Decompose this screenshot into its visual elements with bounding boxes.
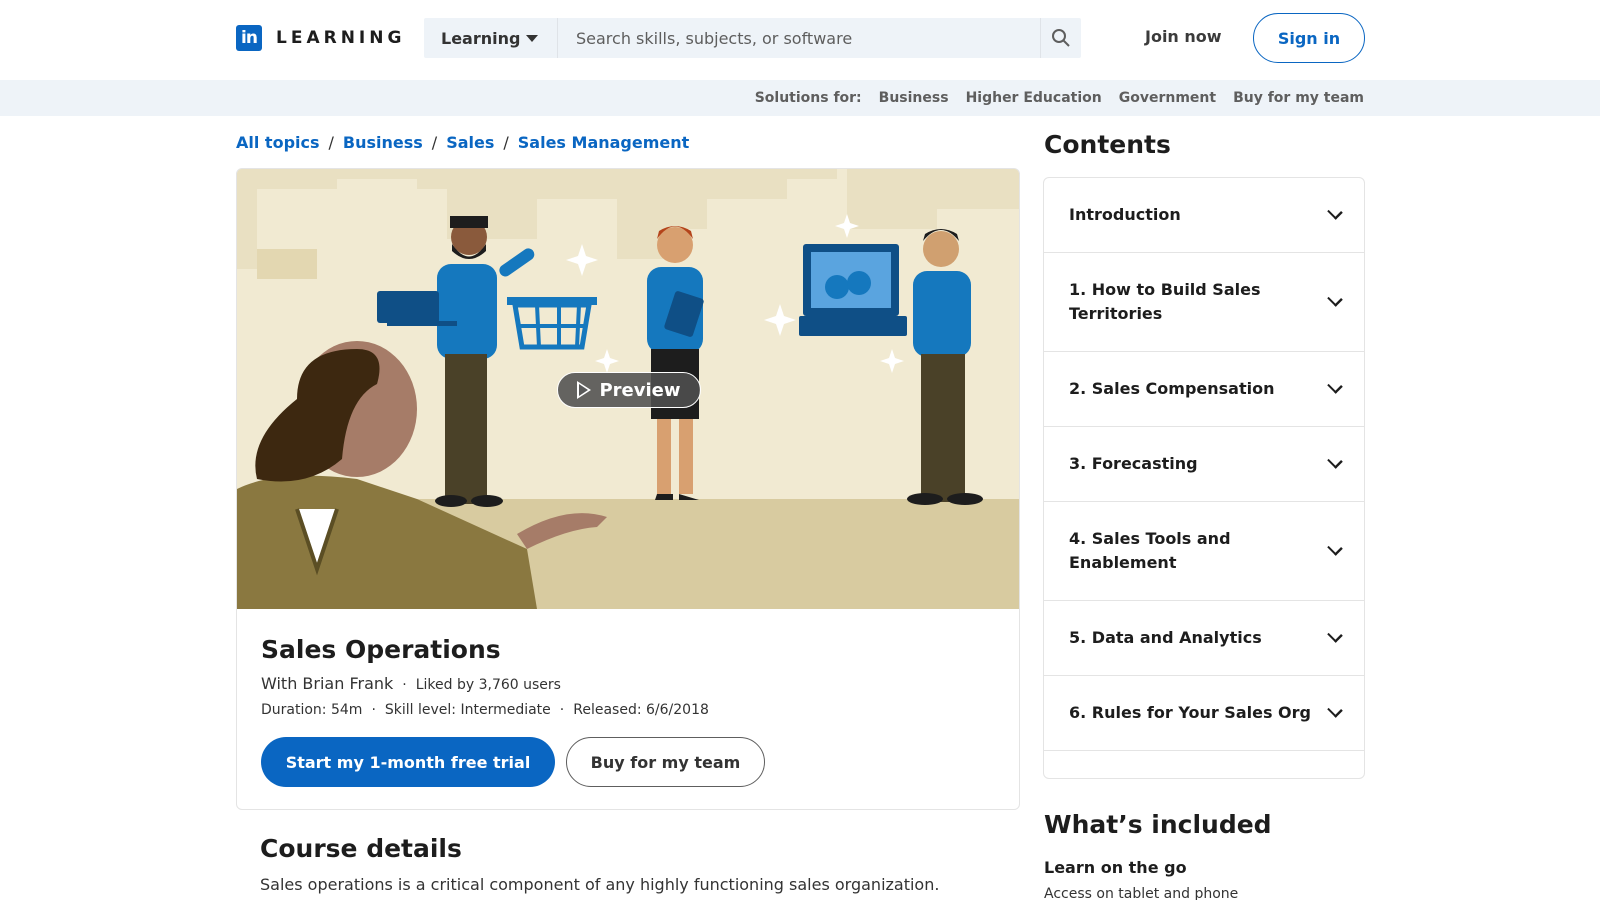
toc-item-label: Introduction <box>1069 205 1181 224</box>
breadcrumb-all-topics[interactable]: All topics <box>236 133 320 152</box>
search-bar: Learning <box>424 18 1081 58</box>
course-title: Sales Operations <box>261 635 501 664</box>
course-duration: Duration: 54m <box>261 702 363 718</box>
join-now-link[interactable]: Join now <box>1145 27 1222 46</box>
likes-count: Liked by 3,760 users <box>415 677 561 693</box>
chevron-down-icon <box>1327 540 1343 556</box>
breadcrumb-sales-management[interactable]: Sales Management <box>518 133 690 152</box>
play-icon <box>577 381 592 399</box>
toc-item-rules-sales-org[interactable]: 6. Rules for Your Sales Org <box>1044 676 1364 751</box>
toc-item-sales-compensation[interactable]: 2. Sales Compensation <box>1044 352 1364 427</box>
start-free-trial-button[interactable]: Start my 1-month free trial <box>261 737 555 787</box>
solutions-business-link[interactable]: Business <box>879 90 949 106</box>
toc-item-sales-territories[interactable]: 1. How to Build Sales Territories <box>1044 253 1364 352</box>
toc-item-label: 4. Sales Tools and Enablement <box>1069 529 1231 572</box>
linkedin-learning-logo[interactable]: in LEARNING <box>236 25 405 51</box>
whats-included-heading: What’s included <box>1044 810 1272 839</box>
solutions-label: Solutions for: <box>754 90 862 106</box>
toc-item-introduction[interactable]: Introduction <box>1044 178 1364 253</box>
search-category-dropdown[interactable]: Learning <box>424 18 558 58</box>
course-thumbnail[interactable]: Preview <box>237 169 1019 609</box>
caret-down-icon <box>526 34 539 42</box>
course-stats: Duration: 54m · Skill level: Intermediat… <box>261 702 709 718</box>
solutions-bar: Solutions for: Business Higher Education… <box>0 80 1600 116</box>
top-header: in LEARNING Learning Join now Sign in <box>0 0 1600 80</box>
logo-text: LEARNING <box>276 28 406 48</box>
chevron-down-icon <box>1327 453 1343 469</box>
toc-item-label: 6. Rules for Your Sales Org <box>1069 703 1311 722</box>
toc-item-sales-tools[interactable]: 4. Sales Tools and Enablement <box>1044 502 1364 601</box>
learn-on-the-go-heading: Learn on the go <box>1044 858 1187 877</box>
search-category-label: Learning <box>441 28 521 48</box>
search-input[interactable] <box>558 18 1040 58</box>
separator-dot: · <box>559 702 565 718</box>
toc-item-forecasting[interactable]: 3. Forecasting <box>1044 427 1364 502</box>
contents-heading: Contents <box>1044 130 1171 159</box>
chevron-down-icon <box>1327 627 1343 643</box>
author-link[interactable]: With Brian Frank <box>261 674 393 693</box>
chevron-down-icon <box>1327 291 1343 307</box>
course-skill-level: Skill level: Intermediate <box>384 702 551 718</box>
sign-in-button[interactable]: Sign in <box>1253 13 1365 63</box>
preview-label: Preview <box>599 379 681 401</box>
buy-for-team-button[interactable]: Buy for my team <box>566 737 765 787</box>
solutions-government-link[interactable]: Government <box>1119 90 1216 106</box>
course-details-text: Sales operations is a critical component… <box>260 875 940 894</box>
contents-list: Introduction 1. How to Build Sales Terri… <box>1043 177 1365 779</box>
preview-button[interactable]: Preview <box>557 372 701 408</box>
linkedin-logo-icon: in <box>236 25 262 51</box>
toc-item-label: 3. Forecasting <box>1069 454 1198 473</box>
search-icon <box>1052 29 1070 47</box>
toc-item-label: 1. How to Build Sales Territories <box>1069 280 1261 323</box>
solutions-higher-education-link[interactable]: Higher Education <box>966 90 1102 106</box>
breadcrumb-separator: / <box>503 133 509 152</box>
course-meta: With Brian Frank · Liked by 3,760 users <box>261 674 561 693</box>
breadcrumb-business[interactable]: Business <box>343 133 423 152</box>
course-card: Preview Sales Operations With Brian Fran… <box>236 168 1020 810</box>
search-button[interactable] <box>1040 18 1081 58</box>
chevron-down-icon <box>1327 702 1343 718</box>
course-details-heading: Course details <box>260 834 462 863</box>
breadcrumb-separator: / <box>328 133 334 152</box>
breadcrumb: All topics / Business / Sales / Sales Ma… <box>236 133 689 152</box>
toc-item-label: 2. Sales Compensation <box>1069 379 1275 398</box>
separator-dot: · <box>402 677 407 693</box>
breadcrumb-separator: / <box>431 133 438 152</box>
breadcrumb-sales[interactable]: Sales <box>446 133 494 152</box>
toc-item-label: 5. Data and Analytics <box>1069 628 1262 647</box>
separator-dot: · <box>371 702 376 718</box>
chevron-down-icon <box>1327 204 1343 220</box>
toc-item-data-analytics[interactable]: 5. Data and Analytics <box>1044 601 1364 676</box>
chevron-down-icon <box>1327 378 1343 394</box>
course-release-date: Released: 6/6/2018 <box>573 702 709 718</box>
access-on-devices-text: Access on tablet and phone <box>1044 886 1239 900</box>
solutions-buy-for-team-link[interactable]: Buy for my team <box>1233 90 1364 106</box>
